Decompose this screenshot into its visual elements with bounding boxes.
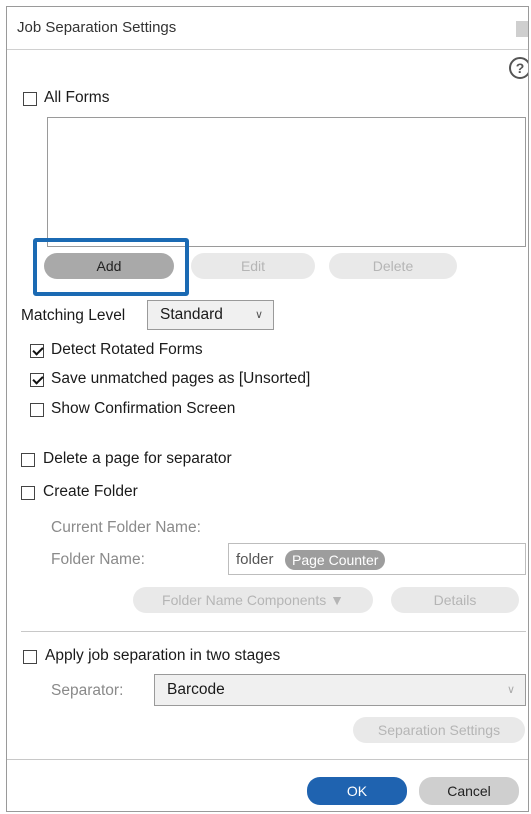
details-button[interactable]: Details — [391, 587, 519, 613]
title-bar: Job Separation Settings — [7, 7, 528, 50]
show-confirmation-label: Show Confirmation Screen — [51, 400, 236, 417]
create-folder-checkbox[interactable] — [21, 486, 35, 500]
matching-level-label: Matching Level — [21, 307, 126, 324]
matching-level-select[interactable]: Standard ∨ — [147, 300, 274, 330]
folder-name-prefix: folder — [236, 551, 274, 568]
save-unmatched-checkbox[interactable] — [30, 373, 44, 387]
delete-page-checkbox[interactable] — [21, 453, 35, 467]
delete-button[interactable]: Delete — [329, 253, 457, 279]
all-forms-label: All Forms — [44, 89, 110, 106]
matching-level-value: Standard — [160, 306, 223, 323]
current-folder-name-label: Current Folder Name: — [51, 519, 201, 536]
add-button-highlight — [33, 238, 189, 296]
cancel-button[interactable]: Cancel — [419, 777, 519, 805]
ok-button[interactable]: OK — [307, 777, 407, 805]
divider — [21, 631, 526, 632]
detect-rotated-checkbox[interactable] — [30, 344, 44, 358]
separator-label: Separator: — [51, 682, 124, 699]
chevron-down-icon: ∨ — [506, 684, 515, 696]
edit-button[interactable]: Edit — [191, 253, 315, 279]
chevron-down-icon: ∨ — [254, 309, 263, 321]
window-title: Job Separation Settings — [17, 19, 177, 36]
two-stage-checkbox[interactable] — [23, 650, 37, 664]
page-counter-token[interactable]: Page Counter — [285, 550, 386, 570]
save-unmatched-label: Save unmatched pages as [Unsorted] — [51, 370, 311, 387]
folder-name-label: Folder Name: — [51, 551, 145, 568]
two-stage-label: Apply job separation in two stages — [45, 647, 281, 664]
folder-name-components-button[interactable]: Folder Name Components ▼ — [133, 587, 373, 613]
footer-divider — [7, 759, 528, 760]
create-folder-label: Create Folder — [43, 483, 138, 500]
separator-select[interactable]: Barcode ∨ — [154, 674, 526, 706]
job-separation-dialog: Job Separation Settings ? All Forms Add … — [6, 6, 529, 812]
forms-list[interactable] — [47, 117, 526, 247]
separator-value: Barcode — [167, 681, 225, 698]
close-icon[interactable] — [516, 21, 528, 37]
help-icon[interactable]: ? — [509, 57, 528, 79]
separation-settings-button[interactable]: Separation Settings — [353, 717, 525, 743]
detect-rotated-label: Detect Rotated Forms — [51, 341, 203, 358]
folder-name-field[interactable]: folder Page Counter — [228, 543, 526, 575]
delete-page-label: Delete a page for separator — [43, 450, 232, 467]
show-confirmation-checkbox[interactable] — [30, 403, 44, 417]
all-forms-checkbox[interactable] — [23, 92, 37, 106]
